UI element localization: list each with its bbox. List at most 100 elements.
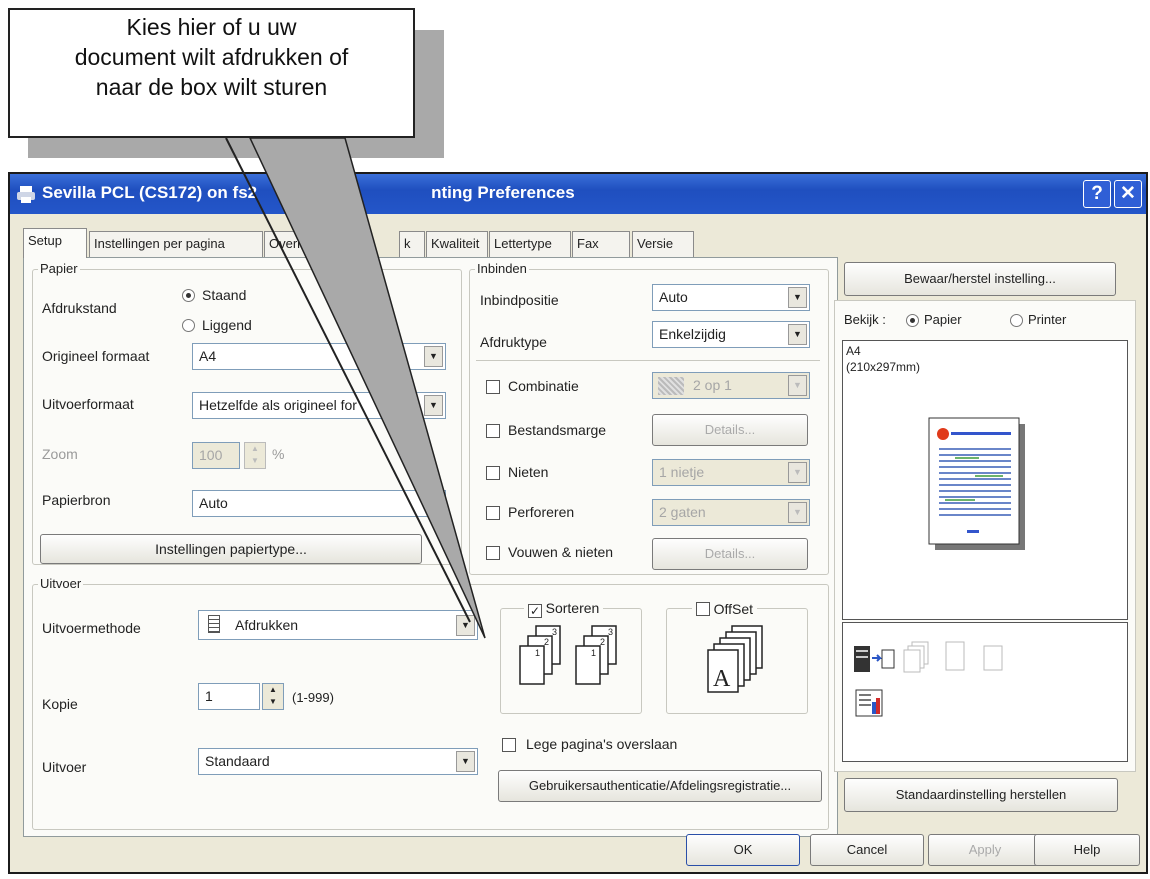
papierbron-select[interactable]: Auto xyxy=(192,490,446,517)
tab-overlay[interactable]: Overla xyxy=(264,231,316,257)
sorteren-checkbox[interactable]: ✓ xyxy=(528,604,542,618)
document-icon xyxy=(208,615,220,633)
kopie-stepper[interactable]: ▲ ▼ xyxy=(262,683,284,710)
title-bar[interactable]: Sevilla PCL (CS172) on fs2 nting Preferen… xyxy=(10,174,1146,214)
chevron-down-icon[interactable]: ▼ xyxy=(788,375,807,396)
chevron-down-icon[interactable]: ▼ xyxy=(788,287,807,308)
tab-fax[interactable]: Fax xyxy=(572,231,630,257)
tab-setup[interactable]: Setup xyxy=(23,228,87,258)
bestandsmarge-label: Bestandsmarge xyxy=(508,422,607,438)
kopie-input[interactable]: 1 xyxy=(198,683,260,710)
papier-group-label: Papier xyxy=(38,261,80,276)
help-question-icon[interactable]: ? xyxy=(1083,180,1111,208)
nieten-checkbox[interactable] xyxy=(486,466,500,480)
printing-preferences-dialog: Sevilla PCL (CS172) on fs2 nting Preferen… xyxy=(8,172,1148,874)
callout-text: Kies hier of u uw document wilt afdrukke… xyxy=(8,12,415,102)
combinatie-checkbox[interactable] xyxy=(486,380,500,394)
svg-text:3: 3 xyxy=(552,627,557,637)
close-icon[interactable]: ✕ xyxy=(1114,180,1142,208)
tab-partial[interactable]: k xyxy=(399,231,425,257)
perforeren-checkbox[interactable] xyxy=(486,506,500,520)
window-title: Sevilla PCL (CS172) on fs2 nting Preferen… xyxy=(42,183,575,203)
window-title-tail: nting Preferences xyxy=(431,183,575,202)
bewaar-herstel-button[interactable]: Bewaar/herstel instelling... xyxy=(844,262,1116,296)
radio-staand[interactable] xyxy=(182,289,195,302)
zoom-input[interactable]: 100 xyxy=(192,442,240,469)
standaardinstelling-herstellen-button[interactable]: Standaardinstelling herstellen xyxy=(844,778,1118,812)
kopie-range: (1-999) xyxy=(292,690,334,705)
zoom-unit: % xyxy=(272,446,285,462)
zoom-stepper[interactable]: ▲ ▼ xyxy=(244,442,266,469)
inbindpositie-label: Inbindpositie xyxy=(480,292,559,308)
ok-button[interactable]: OK xyxy=(686,834,800,866)
perforeren-select[interactable]: 2 gaten xyxy=(652,499,810,526)
gebruikersauthenticatie-button[interactable]: Gebruikersauthenticatie/Afdelingsregistr… xyxy=(498,770,822,802)
chevron-down-icon[interactable]: ▼ xyxy=(788,324,807,345)
collate-icon: 321 321 xyxy=(519,625,617,685)
uitvoermethode-label: Uitvoermethode xyxy=(42,620,141,636)
output-method-icons xyxy=(854,641,1003,717)
lege-paginas-checkbox[interactable] xyxy=(502,738,516,752)
nieten-select[interactable]: 1 nietje xyxy=(652,459,810,486)
help-button[interactable]: Help xyxy=(1034,834,1140,866)
divider xyxy=(476,360,820,361)
radio-liggend[interactable] xyxy=(182,319,195,332)
afdrukstand-label: Afdrukstand xyxy=(42,300,117,316)
bestandsmarge-checkbox[interactable] xyxy=(486,424,500,438)
chevron-down-icon[interactable]: ▼ xyxy=(788,462,807,483)
nieten-label: Nieten xyxy=(508,464,549,480)
callout-line-3: naar de box wilt sturen xyxy=(95,74,328,100)
svg-text:1: 1 xyxy=(591,648,596,658)
liggend-label: Liggend xyxy=(202,317,252,333)
paper-dims: (210x297mm) xyxy=(846,360,921,374)
svg-text:2: 2 xyxy=(600,637,605,647)
combinatie-label: Combinatie xyxy=(508,378,579,394)
vouwen-label: Vouwen & nieten xyxy=(508,544,614,560)
offset-legend: OffSet xyxy=(692,600,758,617)
screenshot: Kies hier of u uw document wilt afdrukke… xyxy=(0,0,1150,879)
uitvoer-select[interactable]: Standaard xyxy=(198,748,478,775)
tab-kwaliteit[interactable]: Kwaliteit xyxy=(426,231,488,257)
kopie-label: Kopie xyxy=(42,696,78,712)
offset-stack-icon: A xyxy=(707,625,763,693)
afdruktype-select[interactable]: Enkelzijdig xyxy=(652,321,810,348)
vouwen-details-button[interactable]: Details... xyxy=(652,538,808,570)
origineel-formaat-select[interactable]: A4 xyxy=(192,343,446,370)
vouwen-checkbox[interactable] xyxy=(486,546,500,560)
bestandsmarge-details-button[interactable]: Details... xyxy=(652,414,808,446)
printer-view-label: Printer xyxy=(1028,312,1067,327)
paper-size: A4 xyxy=(846,344,861,358)
window-title-main: Sevilla PCL (CS172) on fs2 xyxy=(42,183,258,202)
page-thumbnail-icon xyxy=(928,417,1025,550)
radio-papier[interactable] xyxy=(906,314,919,327)
sorteren-legend: ✓ Sorteren xyxy=(524,600,604,618)
chevron-down-icon[interactable]: ▼ xyxy=(424,395,443,416)
layout-icon xyxy=(658,377,684,395)
chevron-down-icon[interactable]: ▼ xyxy=(456,615,475,636)
inbindpositie-select[interactable]: Auto xyxy=(652,284,810,311)
afdruktype-label: Afdruktype xyxy=(480,334,547,350)
callout-line-1: Kies hier of u uw xyxy=(126,14,297,40)
origineel-formaat-label: Origineel formaat xyxy=(42,348,150,364)
zoom-label: Zoom xyxy=(42,446,78,462)
uitvoerformaat-select[interactable]: Hetzelfde als origineel for xyxy=(192,392,446,419)
uitvoermethode-select[interactable]: Afdrukken xyxy=(198,610,478,640)
offset-checkbox[interactable] xyxy=(696,602,710,616)
offset-label: OffSet xyxy=(713,601,754,617)
uitvoerformaat-label: Uitvoerformaat xyxy=(42,396,134,412)
uitvoer-label: Uitvoer xyxy=(42,759,87,775)
svg-text:A: A xyxy=(713,666,731,692)
radio-printer[interactable] xyxy=(1010,314,1023,327)
bekijk-label: Bekijk : xyxy=(844,312,886,327)
tab-versie[interactable]: Versie xyxy=(632,231,694,257)
cancel-button[interactable]: Cancel xyxy=(810,834,924,866)
chevron-down-icon[interactable]: ▼ xyxy=(424,346,443,367)
chevron-down-icon[interactable]: ▼ xyxy=(788,502,807,523)
perforeren-label: Perforeren xyxy=(508,504,575,520)
tab-lettertype[interactable]: Lettertype xyxy=(489,231,571,257)
tab-instellingen-per-pagina[interactable]: Instellingen per pagina xyxy=(89,231,263,257)
instellingen-papiertype-button[interactable]: Instellingen papiertype... xyxy=(40,534,422,564)
apply-button[interactable]: Apply xyxy=(928,834,1042,866)
chevron-down-icon[interactable]: ▼ xyxy=(456,751,475,772)
sorteren-label: Sorteren xyxy=(545,600,600,616)
